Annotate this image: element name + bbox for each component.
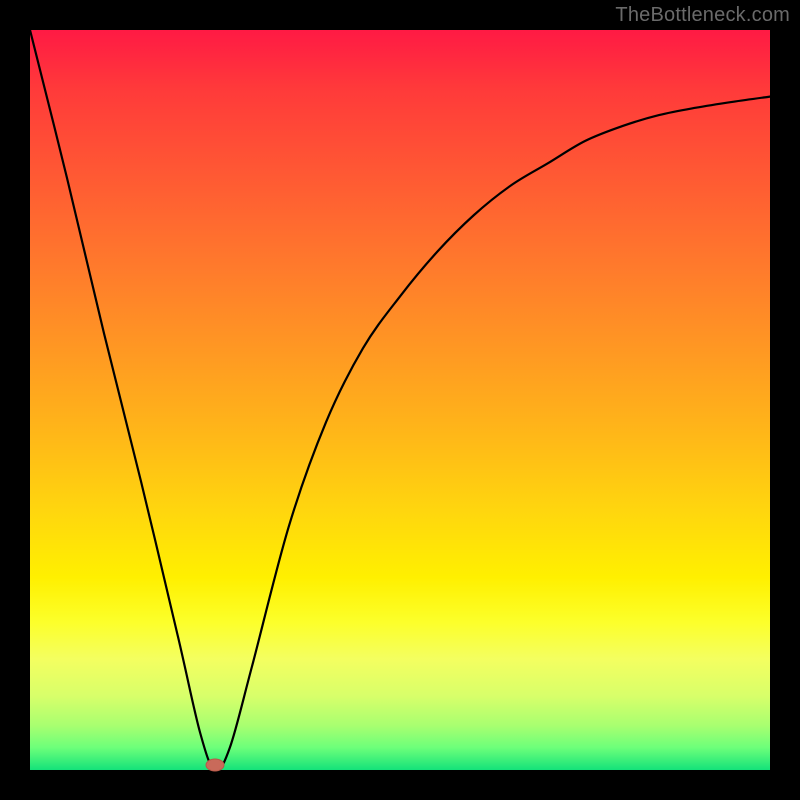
bottleneck-curve	[30, 30, 770, 770]
bottleneck-point-marker	[206, 759, 224, 771]
curve-svg	[30, 30, 770, 770]
plot-area	[30, 30, 770, 770]
watermark-text: TheBottleneck.com	[615, 4, 790, 27]
chart-stage: TheBottleneck.com	[0, 0, 800, 800]
